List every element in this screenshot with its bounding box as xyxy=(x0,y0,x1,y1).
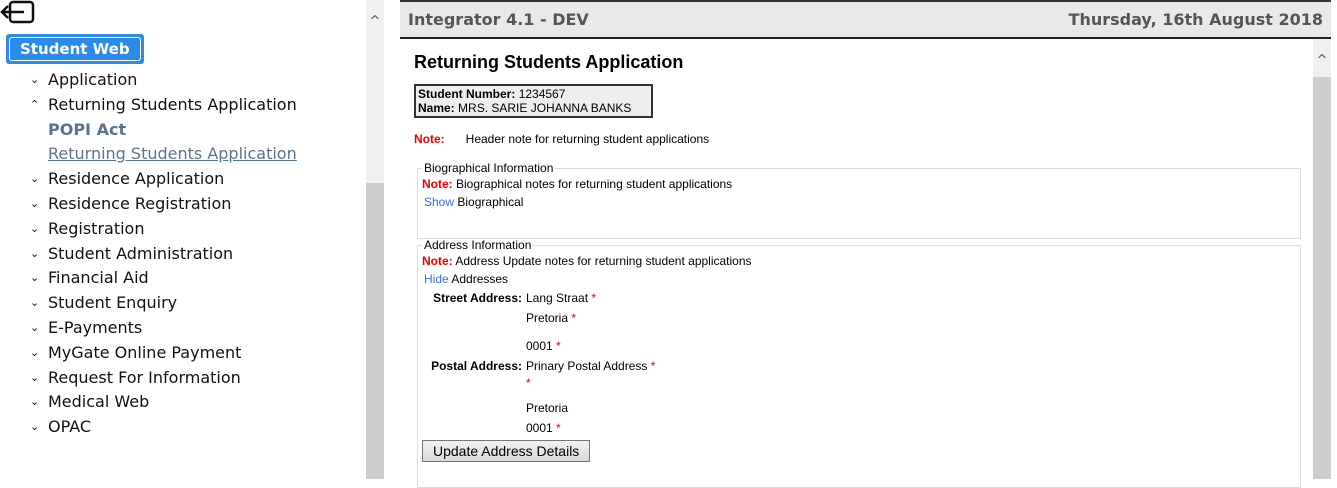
street-city: Pretoria xyxy=(526,311,569,325)
address-note: Address Update notes for returning stude… xyxy=(455,254,752,268)
student-number: 1234567 xyxy=(518,87,566,101)
nav-subitem-returning-students-application[interactable]: Returning Students Application xyxy=(30,142,297,167)
chevron-down-icon: ⌄ xyxy=(30,73,40,86)
chevron-down-icon: ⌄ xyxy=(30,246,40,260)
scroll-up-icon[interactable]: ^ xyxy=(1313,53,1331,68)
required-marker: * xyxy=(556,339,561,353)
header-date: Thursday, 16th August 2018 xyxy=(1068,10,1323,29)
logout-icon[interactable] xyxy=(0,0,36,24)
required-marker: * xyxy=(650,359,656,373)
chevron-down-icon: ⌄ xyxy=(30,420,40,434)
chevron-down-icon: ⌄ xyxy=(30,296,40,310)
note-label: Note: xyxy=(422,254,453,268)
chevron-up-icon: ⌃ xyxy=(30,97,40,111)
nav-item-application[interactable]: ⌄ Application xyxy=(30,68,297,93)
chevron-down-icon: ⌄ xyxy=(30,271,40,285)
page-title: Returning Students Application xyxy=(414,52,684,72)
postal-city: Pretoria xyxy=(526,401,569,415)
nav-menu: ⌄ Application ⌃ Returning Students Applica… xyxy=(30,68,297,440)
postal-line-1: Prinary Postal Address xyxy=(526,359,648,373)
student-name: MRS. SARIE JOHANNA BANKS xyxy=(458,101,632,115)
address-section: Address Information Note: Address Update… xyxy=(417,238,1301,488)
nav-item-financial-aid[interactable]: ⌄ Financial Aid xyxy=(30,266,297,291)
student-info-box: Student Number: 1234567 Name: MRS. SARIE… xyxy=(414,84,653,118)
chevron-down-icon: ⌄ xyxy=(30,370,40,384)
sidebar: Student Web ⌄ Application ⌃ Returning Stud… xyxy=(0,0,366,479)
nav-item-opac[interactable]: ⌄ OPAC xyxy=(30,415,297,440)
app-title: Integrator 4.1 - DEV xyxy=(408,10,589,29)
chevron-down-icon: ⌄ xyxy=(30,395,40,409)
required-marker: * xyxy=(571,311,577,325)
postal-address-label: Postal Address: xyxy=(431,359,522,373)
note-label: Note: xyxy=(422,177,453,191)
nav-subitem-popi-act[interactable]: POPI Act xyxy=(30,118,297,143)
biographical-section: Biographical Information Note: Biographi… xyxy=(417,161,1301,239)
main-scrollbar[interactable]: ^ xyxy=(1313,39,1331,479)
student-name-label: Name: xyxy=(418,101,455,115)
required-marker: * xyxy=(556,421,561,435)
nav-item-request-for-information[interactable]: ⌄ Request For Information xyxy=(30,366,297,391)
street-code: 0001 xyxy=(526,339,553,353)
update-address-button[interactable]: Update Address Details xyxy=(422,440,591,462)
postal-code: 0001 xyxy=(526,421,553,435)
scroll-up-icon[interactable]: ^ xyxy=(366,14,384,29)
hide-addresses-link[interactable]: Hide xyxy=(424,272,449,286)
header-note: Note: Header note for returning student a… xyxy=(414,132,709,146)
nav-item-e-payments[interactable]: ⌄ E-Payments xyxy=(30,316,297,341)
nav-item-residence-application[interactable]: ⌄ Residence Application xyxy=(30,167,297,192)
chevron-down-icon: ⌄ xyxy=(30,172,40,186)
bio-toggle-target: Biographical xyxy=(457,195,524,209)
nav-item-student-enquiry[interactable]: ⌄ Student Enquiry xyxy=(30,291,297,316)
nav-item-residence-registration[interactable]: ⌄ Residence Registration xyxy=(30,192,297,217)
address-legend: Address Information xyxy=(424,238,532,252)
scrollbar-thumb[interactable] xyxy=(366,183,384,479)
street-value: Lang Straat xyxy=(526,291,589,305)
nav-item-registration[interactable]: ⌄ Registration xyxy=(30,217,297,242)
nav-item-returning-students-application[interactable]: ⌃ Returning Students Application xyxy=(30,93,297,118)
street-line-1: Lang Straat * xyxy=(526,288,596,308)
student-number-label: Student Number: xyxy=(418,87,516,101)
required-marker: * xyxy=(526,376,531,390)
nav-item-student-administration[interactable]: ⌄ Student Administration xyxy=(30,242,297,267)
chevron-down-icon: ⌄ xyxy=(30,221,40,235)
chevron-down-icon: ⌄ xyxy=(30,320,40,334)
address-toggle-target: Addresses xyxy=(451,272,509,286)
scrollbar-thumb[interactable] xyxy=(1313,77,1331,479)
app-header: Integrator 4.1 - DEV Thursday, 16th Augu… xyxy=(400,0,1331,39)
nav-item-mygate-online-payment[interactable]: ⌄ MyGate Online Payment xyxy=(30,341,297,366)
chevron-down-icon: ⌄ xyxy=(30,196,40,210)
bio-note: Biographical notes for returning student… xyxy=(456,177,733,191)
biographical-legend: Biographical Information xyxy=(424,161,554,175)
note-label: Note: xyxy=(414,132,445,146)
student-web-button[interactable]: Student Web xyxy=(6,34,144,64)
main-content: Returning Students Application Student N… xyxy=(400,39,1313,488)
chevron-down-icon: ⌄ xyxy=(30,345,40,359)
street-address-label: Street Address: xyxy=(433,291,522,305)
required-marker: * xyxy=(591,291,597,305)
show-biographical-link[interactable]: Show xyxy=(424,195,454,209)
nav-item-medical-web[interactable]: ⌄ Medical Web xyxy=(30,390,297,415)
sidebar-scrollbar[interactable]: ^ xyxy=(366,0,384,479)
header-note-text: Header note for returning student applic… xyxy=(465,132,710,146)
